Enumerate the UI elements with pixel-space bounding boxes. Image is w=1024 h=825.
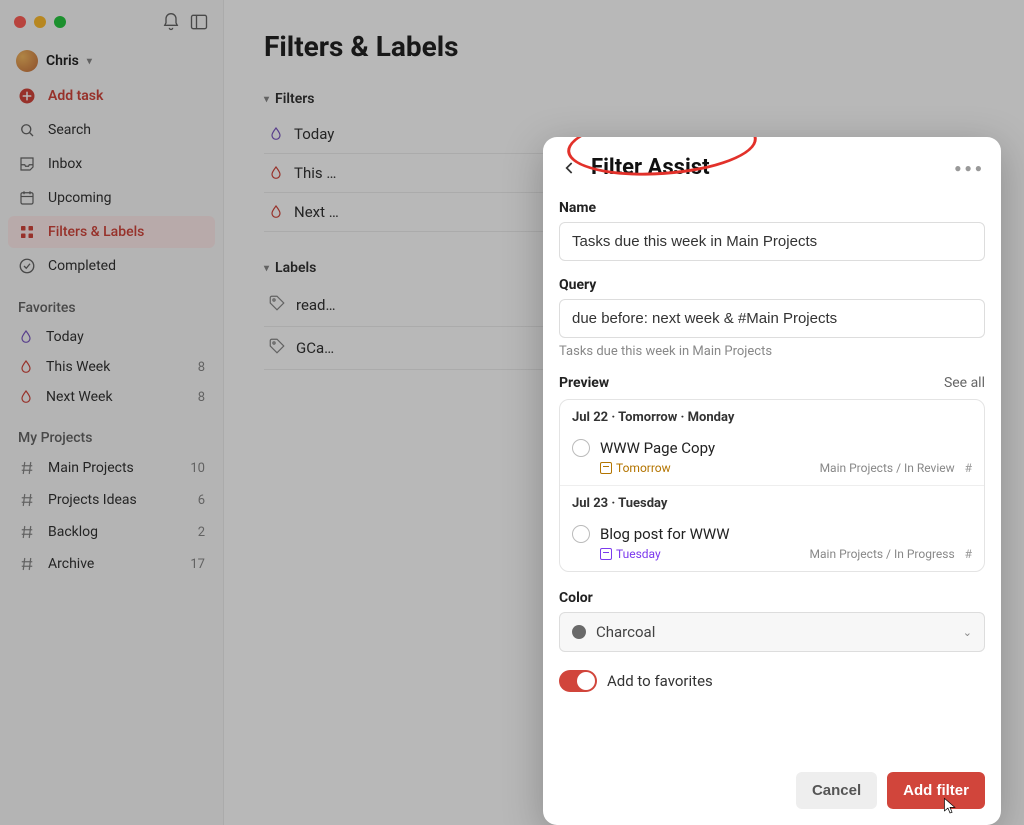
add-to-favorites-toggle[interactable] — [559, 670, 597, 692]
calendar-small-icon — [600, 548, 612, 560]
task-checkbox[interactable] — [572, 525, 590, 543]
name-field-label: Name — [559, 200, 985, 216]
task-due-chip: Tuesday — [600, 547, 661, 561]
hash-icon: # — [965, 547, 972, 561]
color-swatch-icon — [572, 625, 586, 639]
color-field-label: Color — [559, 590, 985, 606]
back-arrow-icon[interactable] — [559, 157, 581, 179]
task-path: Main Projects / In Progress # — [810, 547, 972, 561]
cancel-button[interactable]: Cancel — [796, 772, 877, 809]
task-title: WWW Page Copy — [600, 439, 715, 457]
preview-task-row[interactable]: Blog post for WWW Tuesday Main Projects … — [560, 517, 984, 571]
add-to-favorites-label: Add to favorites — [607, 672, 713, 690]
color-select[interactable]: Charcoal ⌄ — [559, 612, 985, 652]
preview-label: Preview — [559, 375, 609, 391]
hash-icon: # — [965, 461, 972, 475]
chevron-down-icon: ⌄ — [963, 626, 972, 639]
query-input[interactable] — [559, 299, 985, 338]
color-value: Charcoal — [596, 623, 655, 641]
calendar-small-icon — [600, 462, 612, 474]
preview-box: Jul 22 · Tomorrow · Monday WWW Page Copy… — [559, 399, 985, 572]
modal-title: Filter Assist — [591, 155, 710, 180]
task-due-chip: Tomorrow — [600, 461, 671, 475]
preview-date-header: Jul 23 · Tuesday — [560, 486, 984, 517]
preview-task-row[interactable]: WWW Page Copy Tomorrow Main Projects / I… — [560, 431, 984, 486]
see-all-link[interactable]: See all — [944, 375, 985, 391]
task-checkbox[interactable] — [572, 439, 590, 457]
more-options-icon[interactable]: ●●● — [954, 161, 985, 175]
task-title: Blog post for WWW — [600, 525, 730, 543]
query-hint: Tasks due this week in Main Projects — [559, 344, 985, 359]
add-filter-button[interactable]: Add filter — [887, 772, 985, 809]
filter-assist-modal: Filter Assist ●●● Name Query Tasks due t… — [543, 137, 1001, 825]
preview-date-header: Jul 22 · Tomorrow · Monday — [560, 400, 984, 431]
name-input[interactable] — [559, 222, 985, 261]
query-field-label: Query — [559, 277, 985, 293]
task-path: Main Projects / In Review # — [820, 461, 972, 475]
